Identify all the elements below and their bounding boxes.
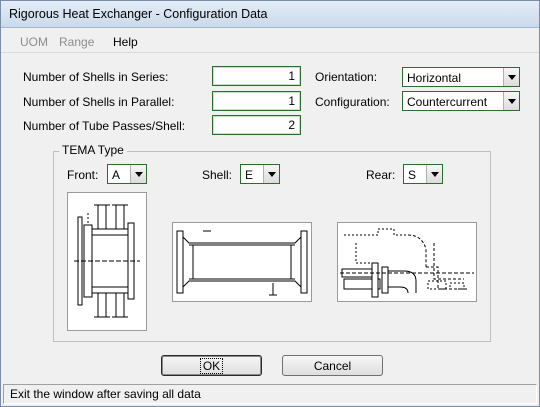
tema-shell-select[interactable]: E <box>240 164 280 184</box>
tema-group-title: TEMA Type <box>59 143 127 157</box>
tema-shell-label: Shell: <box>202 168 233 182</box>
configuration-select[interactable]: Countercurrent <box>402 91 520 111</box>
status-bar: Exit the window after saving all data <box>3 384 537 404</box>
orientation-select[interactable]: Horizontal <box>402 67 520 87</box>
rear-head-diagram <box>337 222 477 302</box>
shells-parallel-input[interactable]: 1 <box>212 91 301 111</box>
orientation-label: Orientation: <box>315 70 378 84</box>
tema-rear-label: Rear: <box>366 168 396 182</box>
tema-rear-select[interactable]: S <box>403 164 443 184</box>
front-head-drawing <box>74 204 140 318</box>
shells-series-label: Number of Shells in Series: <box>23 70 169 84</box>
tema-shell-value: E <box>243 166 261 182</box>
ok-button-label: OK <box>199 358 224 374</box>
menu-uom[interactable]: UOM <box>20 35 48 49</box>
tube-passes-input[interactable]: 2 <box>212 115 301 135</box>
title-bar[interactable]: Rigorous Heat Exchanger - Configuration … <box>1 1 539 28</box>
configuration-dialog: Rigorous Heat Exchanger - Configuration … <box>0 0 540 407</box>
cancel-button[interactable]: Cancel <box>282 355 383 376</box>
tema-rear-value: S <box>406 166 424 182</box>
window-title: Rigorous Heat Exchanger - Configuration … <box>9 7 268 21</box>
cancel-button-label: Cancel <box>313 359 352 373</box>
shells-series-input[interactable]: 1 <box>212 66 301 86</box>
tema-front-select[interactable]: A <box>107 164 147 184</box>
chevron-down-icon[interactable] <box>130 165 146 183</box>
menu-bar: UOM Range Help <box>1 29 539 53</box>
tema-front-label: Front: <box>67 168 99 182</box>
chevron-down-icon[interactable] <box>263 165 279 183</box>
tema-front-value: A <box>110 166 128 182</box>
shell-drawing <box>176 230 308 296</box>
tube-passes-label: Number of Tube Passes/Shell: <box>23 119 186 133</box>
orientation-value: Horizontal <box>405 69 501 85</box>
ok-button[interactable]: OK <box>161 355 262 376</box>
shell-diagram <box>172 222 312 302</box>
chevron-down-icon[interactable] <box>503 68 519 86</box>
front-head-diagram <box>67 192 147 331</box>
chevron-down-icon[interactable] <box>503 92 519 110</box>
configuration-label: Configuration: <box>315 95 390 109</box>
shells-parallel-label: Number of Shells in Parallel: <box>23 95 175 109</box>
status-text: Exit the window after saving all data <box>10 387 201 401</box>
menu-help[interactable]: Help <box>113 35 138 49</box>
chevron-down-icon[interactable] <box>426 165 442 183</box>
configuration-value: Countercurrent <box>405 93 501 109</box>
rear-head-drawing <box>340 228 474 298</box>
menu-range[interactable]: Range <box>59 35 94 49</box>
